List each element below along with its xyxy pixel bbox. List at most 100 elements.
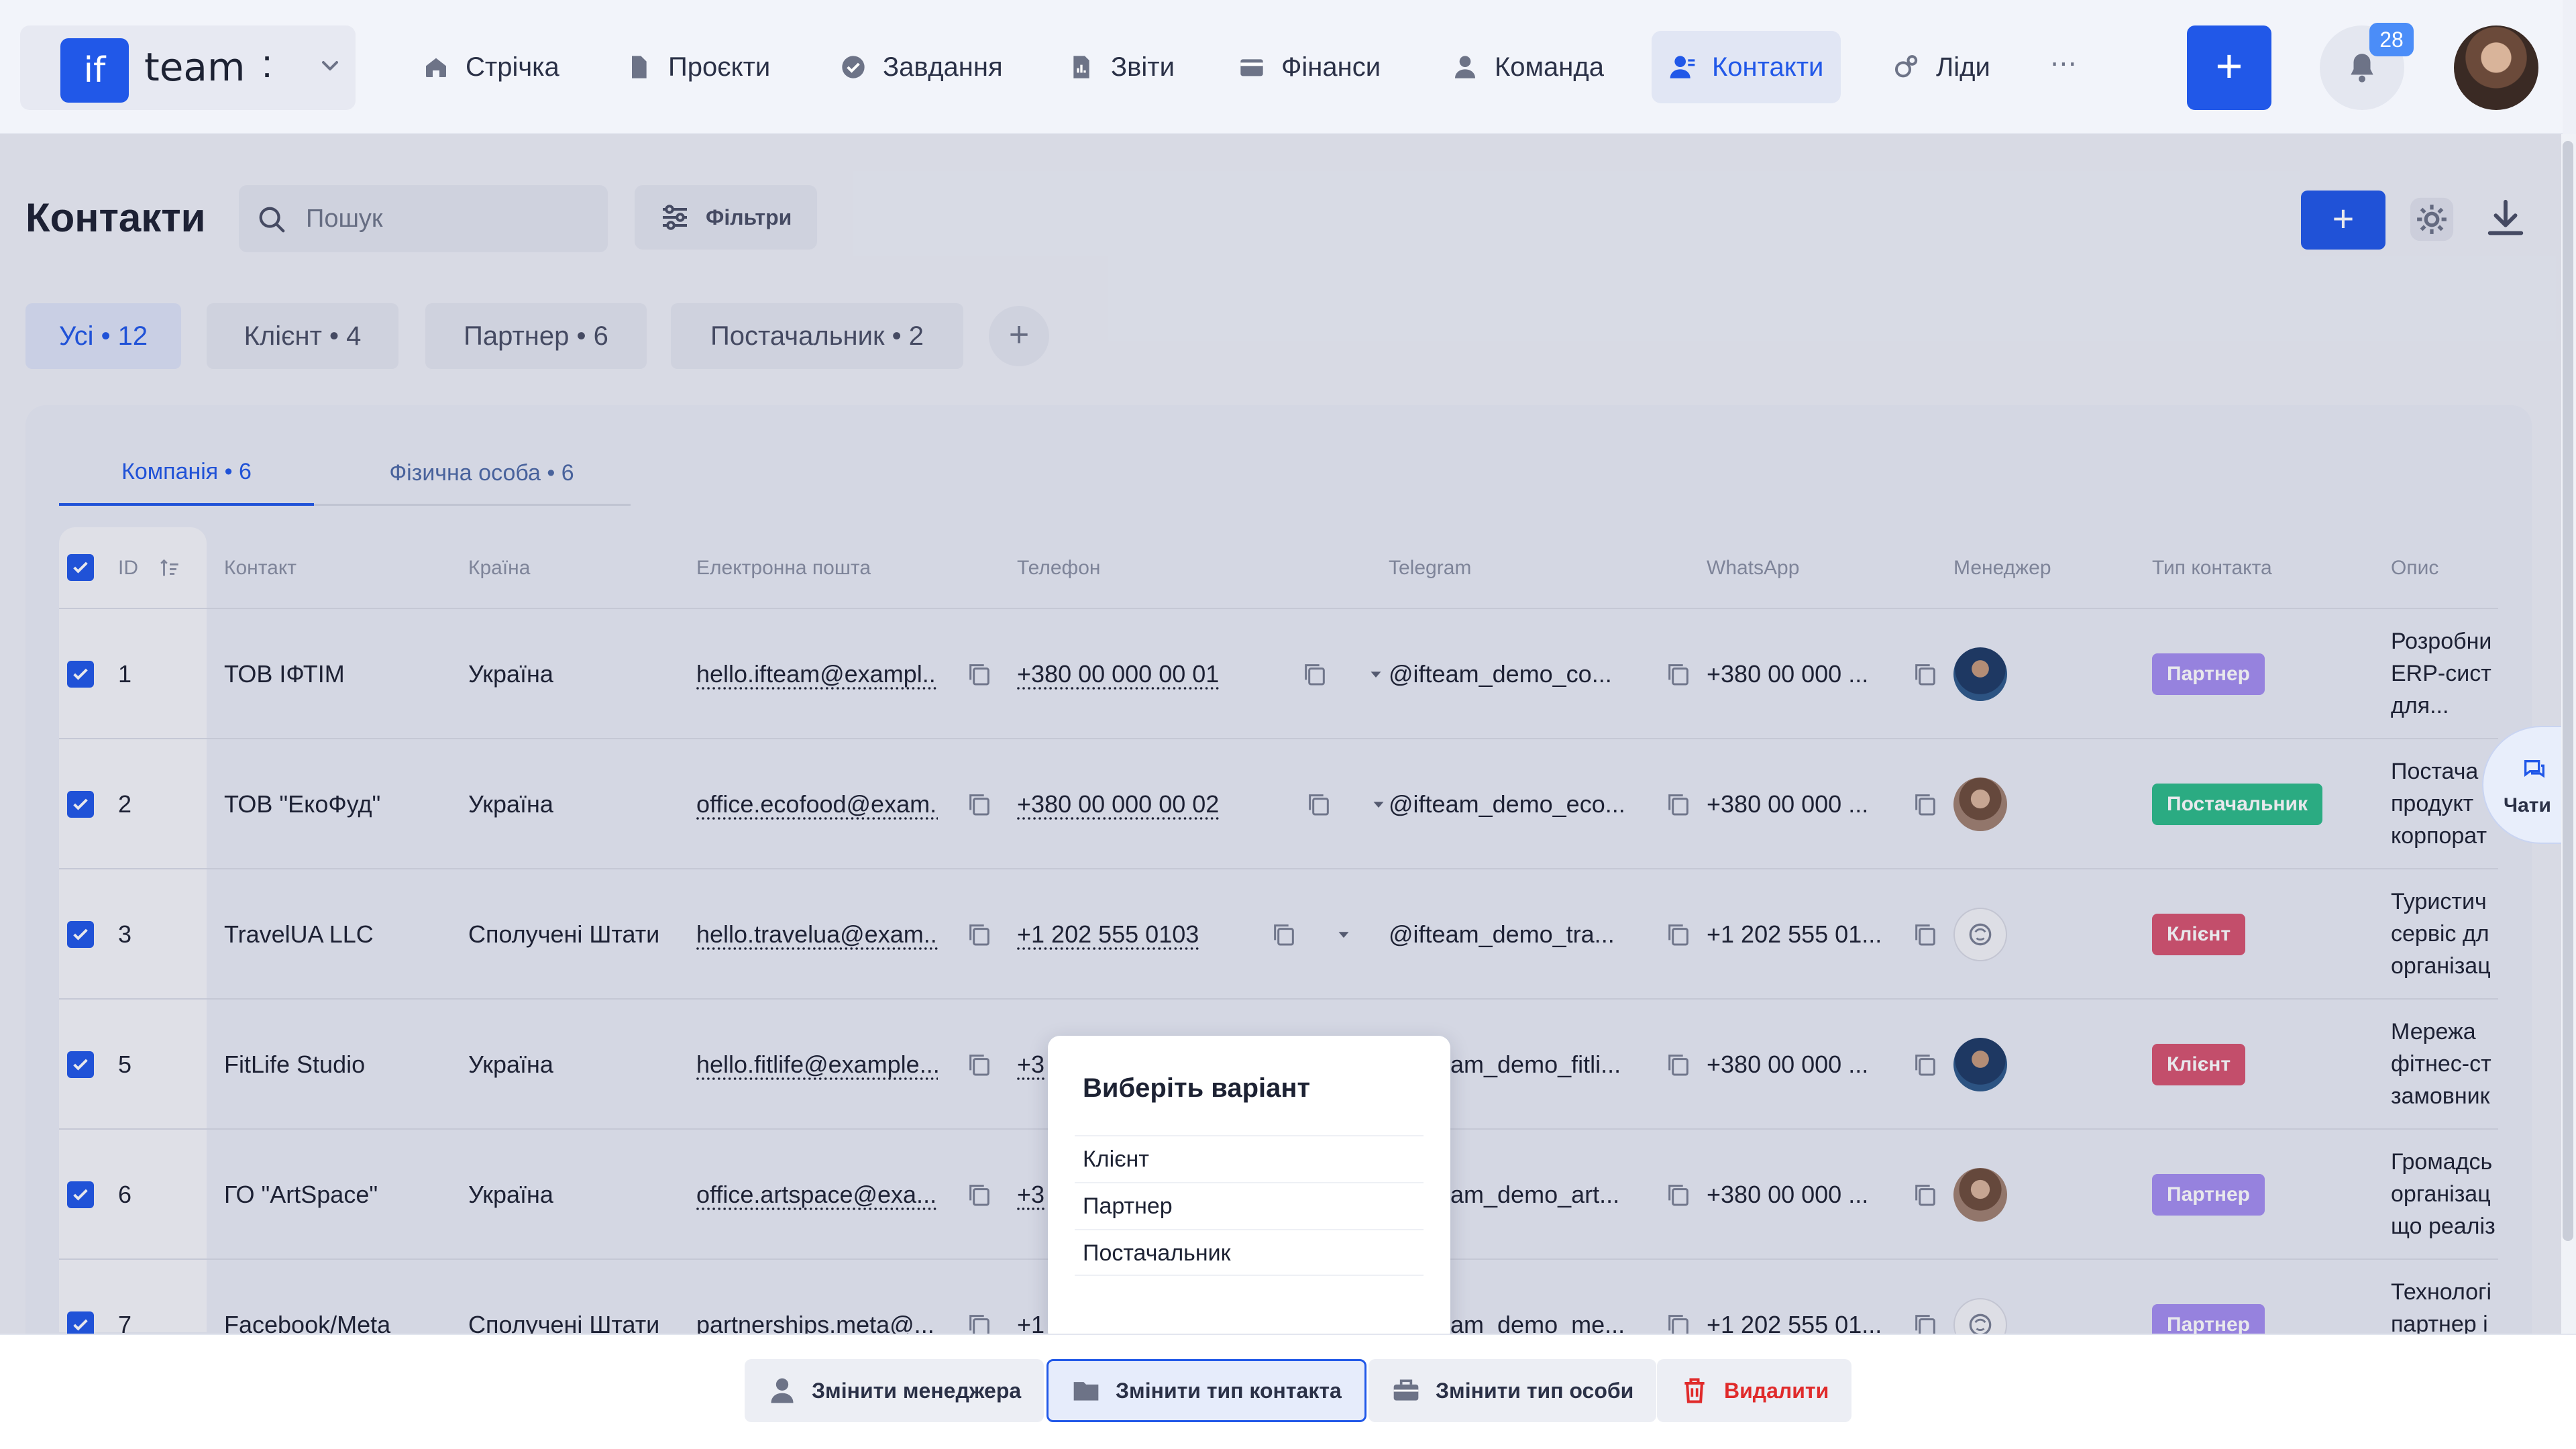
user-avatar[interactable] (2454, 25, 2538, 110)
nav-item-leads[interactable]: Ліди (1876, 31, 2008, 103)
cell-email[interactable]: hello.ifteam@exampl... (696, 609, 938, 739)
phone-link[interactable]: +3 (1017, 1181, 1044, 1209)
email-link[interactable]: office.artspace@exa... (696, 1181, 936, 1209)
nav-item-projects[interactable]: Проєкти (608, 31, 788, 103)
caret-down-icon[interactable] (1334, 924, 1354, 945)
row-checkbox[interactable] (67, 1181, 94, 1208)
manager-avatar[interactable] (1953, 908, 2007, 961)
nav-item-contacts[interactable]: Контакти (1652, 31, 1841, 103)
phone-link[interactable]: +380 00 000 00 01 (1017, 660, 1219, 688)
tab-supplier[interactable]: Постачальник • 2 (671, 303, 963, 369)
select-all-checkbox[interactable] (67, 554, 94, 581)
search-input[interactable] (306, 185, 588, 252)
row-checkbox[interactable] (67, 921, 94, 948)
phone-link[interactable]: +1 202 555 0103 (1017, 920, 1199, 949)
column-header-email[interactable]: Електронна пошта (696, 527, 871, 609)
page-scrollbar-thumb[interactable] (2563, 141, 2573, 1241)
manager-avatar[interactable] (1953, 647, 2007, 701)
copy-icon[interactable] (1912, 1051, 1939, 1078)
row-checkbox[interactable] (67, 791, 94, 818)
copy-icon[interactable] (1665, 661, 1692, 688)
column-header-whatsapp[interactable]: WhatsApp (1707, 527, 1799, 609)
copy-icon[interactable] (1665, 1051, 1692, 1078)
cell-contact[interactable]: ТОВ "ЕкоФуд" (224, 739, 452, 869)
popup-option-supplier[interactable]: Постачальник (1075, 1229, 1424, 1276)
cell-contact[interactable]: TravelUA LLC (224, 869, 452, 1000)
column-header-contact-type[interactable]: Тип контакта (2152, 527, 2272, 609)
tab-individual[interactable]: Фізична особа • 6 (341, 440, 623, 506)
add-contact-button[interactable]: + (2301, 191, 2385, 250)
cell-contact[interactable]: ТОВ ІФТІМ (224, 609, 452, 739)
tab-client[interactable]: Клієнт • 4 (207, 303, 398, 369)
copy-icon[interactable] (966, 1181, 993, 1208)
change-contact-type-button[interactable]: Змінити тип контакта (1046, 1359, 1366, 1422)
email-link[interactable]: hello.travelua@exam... (696, 920, 938, 949)
cell-contact[interactable]: FitLife Studio (224, 1000, 452, 1130)
workspace-switcher[interactable]: if team : (20, 25, 356, 110)
cell-phone[interactable]: +380 00 000 00 01 (1017, 609, 1285, 739)
popup-option-partner[interactable]: Партнер (1075, 1182, 1424, 1229)
caret-down-icon[interactable] (1368, 794, 1389, 814)
copy-icon[interactable] (1665, 921, 1692, 948)
nav-item-feed[interactable]: Стрічка (405, 31, 577, 103)
change-manager-button[interactable]: Змінити менеджера (745, 1359, 1044, 1422)
cell-contact[interactable]: ГО "ArtSpace" (224, 1130, 452, 1260)
copy-icon[interactable] (966, 791, 993, 818)
copy-icon[interactable] (1305, 791, 1332, 818)
popup-option-client[interactable]: Клієнт (1075, 1135, 1424, 1182)
cell-phone[interactable]: +380 00 000 00 02 (1017, 739, 1285, 869)
manager-avatar[interactable] (1953, 777, 2007, 831)
email-link[interactable]: hello.fitlife@example... (696, 1051, 938, 1079)
delete-button[interactable]: Видалити (1657, 1359, 1852, 1422)
copy-icon[interactable] (1665, 1181, 1692, 1208)
email-link[interactable]: hello.ifteam@exampl... (696, 660, 938, 688)
sort-icon[interactable] (158, 557, 181, 580)
column-header-phone[interactable]: Телефон (1017, 527, 1100, 609)
row-checkbox[interactable] (67, 661, 94, 688)
global-add-button[interactable]: + (2187, 25, 2271, 110)
cell-email[interactable]: office.ecofood@exam... (696, 739, 938, 869)
column-header-manager[interactable]: Менеджер (1953, 527, 2051, 609)
add-tab-button[interactable]: + (989, 306, 1049, 366)
cell-email[interactable]: hello.fitlife@example... (696, 1000, 938, 1130)
table-row[interactable]: 1 ТОВ ІФТІМ Україна hello.ifteam@exampl... +… (59, 609, 2498, 739)
nav-item-finance[interactable]: Фінанси (1221, 31, 1398, 103)
tab-company[interactable]: Компанія • 6 (59, 440, 314, 506)
phone-link[interactable]: +380 00 000 00 02 (1017, 790, 1219, 818)
tab-all[interactable]: Усі • 12 (25, 303, 181, 369)
column-header-country[interactable]: Країна (468, 527, 530, 609)
nav-item-reports[interactable]: Звіти (1051, 31, 1192, 103)
copy-icon[interactable] (1912, 1181, 1939, 1208)
tab-partner[interactable]: Партнер • 6 (425, 303, 647, 369)
copy-icon[interactable] (966, 661, 993, 688)
email-link[interactable]: office.ecofood@exam... (696, 790, 938, 818)
download-icon[interactable] (2482, 196, 2529, 243)
table-row[interactable]: 3 TravelUA LLC Сполучені Штати hello.travel… (59, 869, 2498, 1000)
nav-item-team[interactable]: Команда (1434, 31, 1621, 103)
copy-icon[interactable] (1301, 661, 1328, 688)
column-header-telegram[interactable]: Telegram (1389, 527, 1471, 609)
nav-item-tasks[interactable]: Завдання (822, 31, 1020, 103)
caret-down-icon[interactable] (1366, 664, 1386, 684)
cell-email[interactable]: office.artspace@exa... (696, 1130, 938, 1260)
copy-icon[interactable] (1665, 791, 1692, 818)
table-row[interactable]: 2 ТОВ "ЕкоФуд" Україна office.ecofood@exam.… (59, 739, 2498, 869)
copy-icon[interactable] (966, 1051, 993, 1078)
change-person-type-button[interactable]: Змінити тип особи (1368, 1359, 1657, 1422)
copy-icon[interactable] (966, 921, 993, 948)
column-header-contact[interactable]: Контакт (224, 527, 297, 609)
copy-icon[interactable] (1271, 921, 1297, 948)
row-checkbox[interactable] (67, 1051, 94, 1078)
manager-avatar[interactable] (1953, 1168, 2007, 1222)
copy-icon[interactable] (1912, 661, 1939, 688)
cell-phone[interactable]: +1 202 555 0103 (1017, 869, 1285, 1000)
nav-more-button[interactable]: ⋯ (2050, 48, 2080, 79)
copy-icon[interactable] (1912, 791, 1939, 818)
filters-button[interactable]: Фільтри (635, 185, 817, 250)
settings-gear-icon[interactable] (2408, 196, 2455, 243)
manager-avatar[interactable] (1953, 1038, 2007, 1091)
phone-link[interactable]: +3 (1017, 1051, 1044, 1079)
column-header-description[interactable]: Опис (2391, 527, 2438, 609)
copy-icon[interactable] (1912, 921, 1939, 948)
cell-email[interactable]: hello.travelua@exam... (696, 869, 938, 1000)
